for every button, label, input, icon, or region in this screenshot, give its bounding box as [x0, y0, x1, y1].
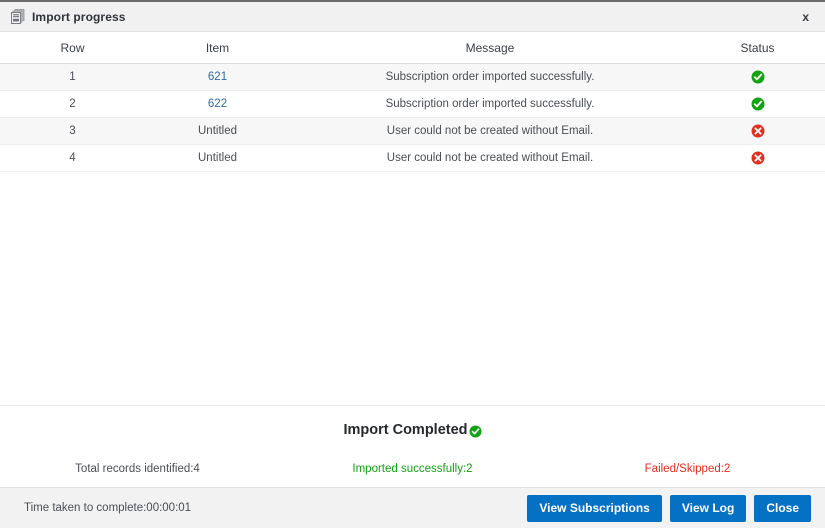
- success-check-icon: [469, 425, 482, 438]
- cell-item: 622: [145, 90, 290, 118]
- view-log-button[interactable]: View Log: [669, 494, 747, 522]
- stat-total-records: Total records identified:4: [75, 463, 200, 475]
- import-progress-dialog: Import progress x Row Item Message Statu…: [0, 0, 825, 528]
- error-cross-icon: [751, 151, 764, 165]
- cell-status: [690, 63, 825, 91]
- cell-row-number: 2: [0, 90, 145, 118]
- table-header: Row Item Message Status: [0, 32, 825, 64]
- item-link[interactable]: 621: [208, 71, 227, 83]
- column-header-row: Row: [0, 32, 145, 64]
- table-row: 2 622 Subscription order imported successf…: [0, 90, 825, 118]
- dialog-footer: Time taken to complete:00:00:01 View Sub…: [0, 487, 825, 528]
- import-summary: Import Completed Total records identifie…: [0, 405, 825, 487]
- column-header-message: Message: [290, 32, 690, 64]
- document-stack-icon: [11, 9, 25, 24]
- close-icon[interactable]: x: [796, 8, 815, 26]
- cell-item: Untitled: [145, 117, 290, 145]
- cell-item: Untitled: [145, 144, 290, 172]
- summary-title-text: Import Completed: [343, 422, 468, 438]
- close-button[interactable]: Close: [754, 494, 811, 522]
- error-cross-icon: [751, 124, 764, 138]
- cell-status: [690, 144, 825, 172]
- cell-message: Subscription order imported successfully…: [290, 90, 690, 118]
- view-subscriptions-button[interactable]: View Subscriptions: [527, 494, 662, 522]
- dialog-title: Import progress: [32, 9, 126, 24]
- cell-item: 621: [145, 63, 290, 91]
- footer-button-group: View Subscriptions View Log Close: [527, 494, 811, 522]
- success-check-icon: [751, 97, 764, 111]
- cell-row-number: 3: [0, 117, 145, 145]
- cell-message: User could not be created without Email.: [290, 144, 690, 172]
- column-header-status: Status: [690, 32, 825, 64]
- cell-message: User could not be created without Email.: [290, 117, 690, 145]
- column-header-item: Item: [145, 32, 290, 64]
- item-link[interactable]: 622: [208, 98, 227, 110]
- cell-row-number: 1: [0, 63, 145, 91]
- table-header-row: Row Item Message Status: [0, 32, 825, 64]
- table-body: 1 621 Subscription order imported successf…: [0, 63, 825, 172]
- stat-failed-skipped: Failed/Skipped:2: [644, 463, 731, 475]
- cell-row-number: 4: [0, 144, 145, 172]
- item-text: Untitled: [198, 152, 237, 164]
- table-row: 1 621 Subscription order imported successf…: [0, 63, 825, 91]
- cell-status: [690, 117, 825, 145]
- import-results-table-area: Row Item Message Status 1 621 Subscription…: [0, 32, 825, 405]
- time-taken-label: Time taken to complete:00:00:01: [24, 502, 192, 514]
- table-row: 3 Untitled User could not be created witho…: [0, 117, 825, 145]
- summary-stats: Total records identified:4 Imported succ…: [0, 463, 825, 475]
- summary-title: Import Completed: [0, 421, 825, 439]
- success-check-icon: [751, 70, 764, 84]
- import-results-table: Row Item Message Status 1 621 Subscription…: [0, 32, 825, 172]
- table-row: 4 Untitled User could not be created witho…: [0, 144, 825, 172]
- cell-status: [690, 90, 825, 118]
- item-text: Untitled: [198, 125, 237, 137]
- dialog-titlebar: Import progress x: [0, 2, 825, 32]
- cell-message: Subscription order imported successfully…: [290, 63, 690, 91]
- stat-imported-successfully: Imported successfully:2: [352, 463, 473, 475]
